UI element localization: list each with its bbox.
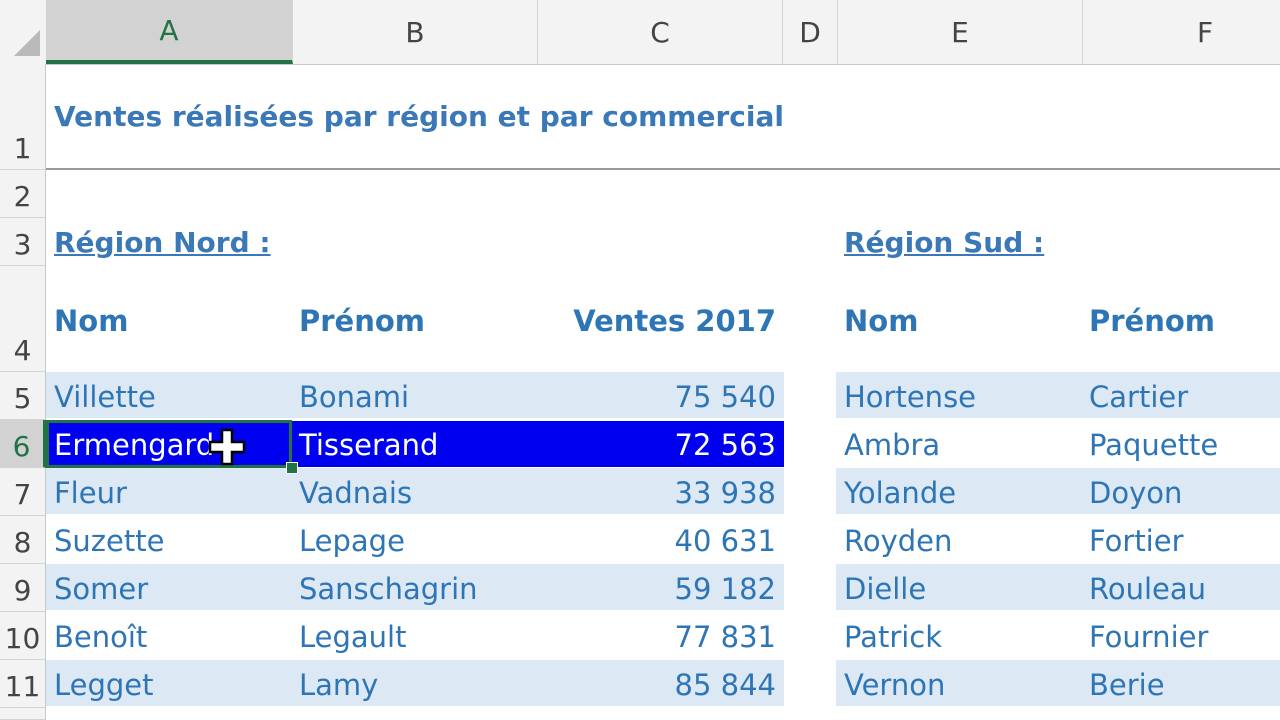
row-header-11[interactable]: 11 xyxy=(0,660,46,708)
sud-cell-nom[interactable]: Patrick xyxy=(844,614,942,660)
row-header-7[interactable]: 7 xyxy=(0,468,46,516)
sud-cell-nom[interactable]: Royden xyxy=(844,518,952,564)
column-header-d[interactable]: D xyxy=(783,0,838,64)
nord-cell-ventes[interactable]: 85 844 xyxy=(540,662,776,708)
sud-cell-prenom[interactable]: Paquette xyxy=(1089,422,1218,468)
row-header-12[interactable] xyxy=(0,708,46,720)
column-header-f[interactable]: F xyxy=(1083,0,1280,64)
spreadsheet: A B C D E F 1 2 3 4 5 6 7 8 9 10 11 Vent… xyxy=(0,0,1280,720)
sud-header-prenom[interactable]: Prénom xyxy=(1089,298,1215,344)
nord-cell-nom[interactable]: Legget xyxy=(54,662,154,708)
sud-cell-nom[interactable]: Ambra xyxy=(844,422,940,468)
fill-handle[interactable] xyxy=(286,462,298,474)
nord-cell-nom[interactable]: Somer xyxy=(54,566,148,612)
sud-cell-nom[interactable]: Vernon xyxy=(844,662,945,708)
row-header-8[interactable]: 8 xyxy=(0,516,46,564)
nord-cell-ventes-selected[interactable]: 72 563 xyxy=(540,422,776,468)
nord-cell-prenom[interactable]: Bonami xyxy=(299,374,409,420)
region-nord-label[interactable]: Région Nord : xyxy=(54,226,271,259)
row-header-10[interactable]: 10 xyxy=(0,612,46,660)
sud-cell-prenom[interactable]: Cartier xyxy=(1089,374,1188,420)
sud-cell-prenom[interactable]: Doyon xyxy=(1089,470,1182,516)
nord-header-nom[interactable]: Nom xyxy=(54,298,128,344)
sud-cell-nom[interactable]: Hortense xyxy=(844,374,976,420)
nord-header-prenom[interactable]: Prénom xyxy=(299,298,425,344)
nord-cell-nom[interactable]: Suzette xyxy=(54,518,164,564)
title-bottom-border xyxy=(46,168,1280,170)
nord-cell-prenom[interactable]: Vadnais xyxy=(299,470,412,516)
row-header-5[interactable]: 5 xyxy=(0,372,46,420)
nord-cell-prenom[interactable]: Lepage xyxy=(299,518,405,564)
sud-cell-nom[interactable]: Dielle xyxy=(844,566,926,612)
nord-cell-prenom[interactable]: Legault xyxy=(299,614,406,660)
sud-cell-prenom[interactable]: Fournier xyxy=(1089,614,1208,660)
column-header-e[interactable]: E xyxy=(838,0,1083,64)
nord-cell-nom[interactable]: Fleur xyxy=(54,470,127,516)
row-header-1[interactable]: 1 xyxy=(0,64,46,170)
sud-header-nom[interactable]: Nom xyxy=(844,298,918,344)
nord-cell-prenom-selected[interactable]: Tisserand xyxy=(299,422,438,468)
move-cross-cursor-icon xyxy=(208,428,246,466)
nord-cell-ventes[interactable]: 40 631 xyxy=(540,518,776,564)
sud-cell-prenom[interactable]: Fortier xyxy=(1089,518,1184,564)
nord-cell-ventes[interactable]: 75 540 xyxy=(540,374,776,420)
sud-cell-nom[interactable]: Yolande xyxy=(844,470,956,516)
nord-cell-nom[interactable]: Benoît xyxy=(54,614,147,660)
row-header-3[interactable]: 3 xyxy=(0,218,46,266)
sud-cell-prenom[interactable]: Berie xyxy=(1089,662,1165,708)
sheet-title[interactable]: Ventes réalisées par région et par comme… xyxy=(54,100,784,133)
nord-cell-ventes[interactable]: 77 831 xyxy=(540,614,776,660)
select-all-triangle-icon xyxy=(14,30,40,56)
sud-cell-prenom[interactable]: Rouleau xyxy=(1089,566,1206,612)
row-header-2[interactable]: 2 xyxy=(0,170,46,218)
column-header-a[interactable]: A xyxy=(46,0,293,64)
column-header-b[interactable]: B xyxy=(293,0,538,64)
region-sud-label[interactable]: Région Sud : xyxy=(844,226,1044,259)
column-header-c[interactable]: C xyxy=(538,0,783,64)
nord-cell-ventes[interactable]: 33 938 xyxy=(540,470,776,516)
row-header-4[interactable]: 4 xyxy=(0,266,46,372)
nord-cell-nom-active[interactable]: Ermengard xyxy=(54,422,214,468)
nord-header-ventes[interactable]: Ventes 2017 xyxy=(540,298,776,344)
nord-cell-prenom[interactable]: Sanschagrin xyxy=(299,566,478,612)
nord-cell-ventes[interactable]: 59 182 xyxy=(540,566,776,612)
nord-cell-nom[interactable]: Villette xyxy=(54,374,156,420)
row-header-6[interactable]: 6 xyxy=(0,420,46,468)
nord-cell-prenom[interactable]: Lamy xyxy=(299,662,378,708)
select-all-button[interactable] xyxy=(0,0,47,64)
row-header-9[interactable]: 9 xyxy=(0,564,46,612)
